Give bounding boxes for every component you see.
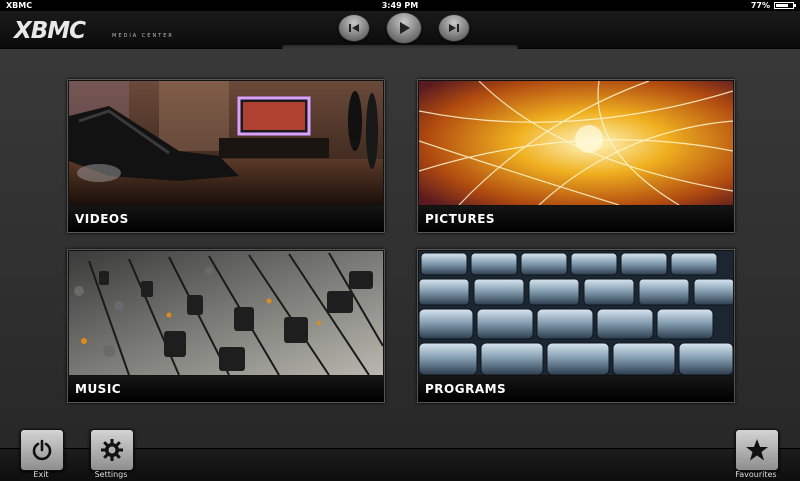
- next-icon: [449, 24, 459, 32]
- logo-text: XBMC: [14, 18, 86, 44]
- music-tile-image: [69, 251, 383, 375]
- next-button[interactable]: [438, 14, 470, 42]
- header-bar: XBMC MEDIA CENTER: [0, 11, 800, 50]
- exit-button[interactable]: [20, 429, 64, 471]
- header-tab-decoration: [282, 45, 518, 50]
- videos-tile-image: [69, 81, 383, 205]
- status-bar: XBMC 3:49 PM 77%: [0, 0, 800, 11]
- battery-icon: [774, 2, 796, 9]
- xbmc-logo: XBMC MEDIA CENTER: [14, 17, 172, 45]
- settings-button[interactable]: [90, 429, 134, 471]
- logo-subtitle: MEDIA CENTER: [112, 33, 174, 39]
- settings-label: Settings: [94, 470, 128, 479]
- programs-tile-image: [419, 251, 733, 375]
- play-icon: [400, 22, 410, 34]
- power-icon: [32, 439, 52, 461]
- play-button[interactable]: [386, 12, 422, 44]
- music-tile[interactable]: MUSIC: [67, 249, 385, 403]
- previous-icon: [349, 24, 359, 32]
- star-icon: [746, 439, 768, 461]
- battery-percent: 77%: [750, 1, 770, 10]
- videos-label: VIDEOS: [68, 206, 384, 232]
- status-time: 3:49 PM: [381, 1, 419, 10]
- exit-label: Exit: [33, 470, 49, 479]
- previous-button[interactable]: [338, 14, 370, 42]
- battery-indicator: 77%: [750, 0, 796, 11]
- music-label: MUSIC: [68, 376, 384, 402]
- gear-icon: [101, 439, 123, 461]
- transport-controls: [338, 12, 470, 44]
- pictures-label: PICTURES: [418, 206, 734, 232]
- pictures-tile[interactable]: PICTURES: [417, 79, 735, 233]
- programs-label: PROGRAMS: [418, 376, 734, 402]
- favourites-button[interactable]: [735, 429, 779, 471]
- pictures-tile-image: [419, 81, 733, 205]
- favourites-label: Favourites: [735, 470, 777, 479]
- programs-tile[interactable]: PROGRAMS: [417, 249, 735, 403]
- videos-tile[interactable]: VIDEOS: [67, 79, 385, 233]
